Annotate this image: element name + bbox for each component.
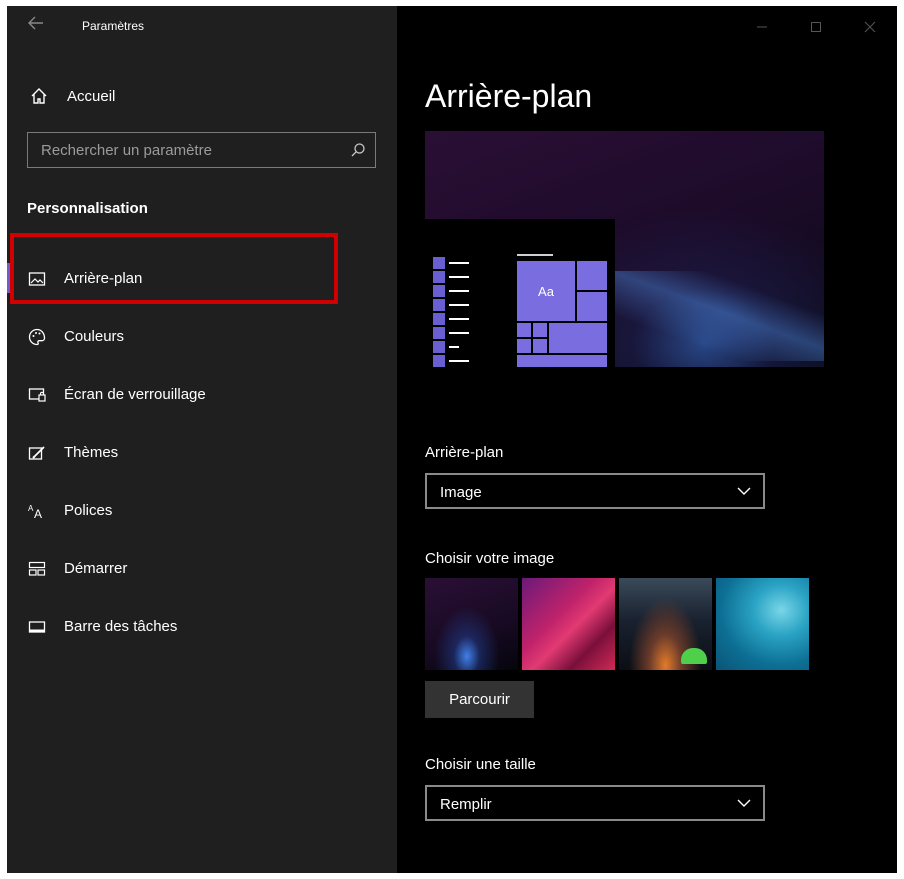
titlebar: Paramètres <box>7 6 397 48</box>
tile <box>549 323 607 353</box>
sidebar-item-background[interactable]: Arrière-plan <box>7 250 397 308</box>
back-arrow-icon <box>28 16 43 30</box>
sidebar-item-start[interactable]: Démarrer <box>7 540 397 598</box>
minimize-button[interactable] <box>735 6 789 48</box>
image-thumbnail[interactable] <box>425 578 518 670</box>
start-list-row <box>433 256 469 270</box>
image-thumbnail[interactable] <box>716 578 809 670</box>
app-title: Paramètres <box>82 19 145 33</box>
tile <box>517 355 607 367</box>
sidebar-item-label: Polices <box>64 502 113 519</box>
tile <box>533 323 547 337</box>
tile <box>517 339 531 353</box>
image-thumbnails <box>425 578 809 670</box>
sidebar-item-home[interactable]: Accueil <box>7 78 397 114</box>
sidebar-item-fonts[interactable]: AA Polices <box>7 482 397 540</box>
start-list-row <box>433 340 469 354</box>
settings-window: Paramètres Accueil Personnalisation Arri… <box>7 6 897 873</box>
sidebar-item-label: Thèmes <box>64 444 119 461</box>
minimize-icon <box>757 26 767 28</box>
preview-light-streak <box>595 271 824 361</box>
browse-button[interactable]: Parcourir <box>425 681 534 718</box>
start-tiles: Aa <box>517 261 609 367</box>
sidebar-item-label: Accueil <box>67 88 116 105</box>
start-list-row <box>433 284 469 298</box>
page-title: Arrière-plan <box>425 78 593 114</box>
search-input[interactable] <box>28 133 375 167</box>
maximize-icon <box>811 22 821 32</box>
taskbar-icon <box>28 621 46 633</box>
sidebar-item-lock-screen[interactable]: Écran de verrouillage <box>7 366 397 424</box>
window-controls <box>735 6 897 48</box>
active-indicator <box>7 263 10 293</box>
sidebar: Paramètres Accueil Personnalisation Arri… <box>7 6 397 873</box>
sidebar-item-label: Barre des tâches <box>64 618 178 635</box>
image-thumbnail[interactable] <box>619 578 712 670</box>
background-type-label: Arrière-plan <box>425 444 504 461</box>
close-button[interactable] <box>843 6 897 48</box>
start-list-row <box>433 312 469 326</box>
section-title: Personnalisation <box>27 200 148 217</box>
svg-text:A: A <box>34 507 42 520</box>
tile-sample-text: Aa <box>517 261 575 321</box>
dropdown-value: Image <box>440 484 482 501</box>
fonts-icon: AA <box>28 504 42 520</box>
tiles-header <box>517 254 553 256</box>
lock-screen-icon <box>28 388 46 402</box>
start-list-row <box>433 354 469 367</box>
tile <box>517 323 531 337</box>
themes-icon <box>28 446 45 460</box>
home-icon <box>31 88 47 104</box>
tile <box>533 339 547 353</box>
start-list-row <box>433 326 469 340</box>
sidebar-item-label: Écran de verrouillage <box>64 386 206 403</box>
image-thumbnail[interactable] <box>522 578 615 670</box>
dropdown-value: Remplir <box>440 796 492 813</box>
choose-image-label: Choisir votre image <box>425 550 555 567</box>
search-box[interactable] <box>27 132 376 168</box>
fit-size-dropdown[interactable]: Remplir <box>425 785 765 821</box>
close-icon <box>864 21 876 33</box>
sidebar-item-colors[interactable]: Couleurs <box>7 308 397 366</box>
sidebar-item-label: Démarrer <box>64 560 128 577</box>
chevron-down-icon <box>737 487 751 495</box>
start-menu-mockup: Aa <box>425 219 615 367</box>
back-button[interactable] <box>25 16 47 36</box>
sidebar-item-label: Arrière-plan <box>64 270 143 287</box>
background-preview: Aa <box>425 131 824 367</box>
choose-size-label: Choisir une taille <box>425 756 536 773</box>
maximize-button[interactable] <box>789 6 843 48</box>
start-app-list <box>433 256 469 367</box>
tent-shape <box>681 648 707 664</box>
start-icon <box>28 561 46 576</box>
main-content: Arrière-plan Aa Arrière-plan Image Chois… <box>397 6 897 873</box>
sidebar-nav: Arrière-plan Couleurs Écran de verrouill… <box>7 250 397 656</box>
chevron-down-icon <box>737 799 751 807</box>
background-type-dropdown[interactable]: Image <box>425 473 765 509</box>
sidebar-item-taskbar[interactable]: Barre des tâches <box>7 598 397 656</box>
sidebar-item-label: Couleurs <box>64 328 125 345</box>
tile <box>577 261 607 290</box>
tile <box>577 292 607 321</box>
search-icon[interactable] <box>350 142 366 158</box>
palette-icon <box>28 328 46 346</box>
start-list-row <box>433 298 469 312</box>
start-list-row <box>433 270 469 284</box>
picture-icon <box>28 272 46 286</box>
sidebar-item-themes[interactable]: Thèmes <box>7 424 397 482</box>
